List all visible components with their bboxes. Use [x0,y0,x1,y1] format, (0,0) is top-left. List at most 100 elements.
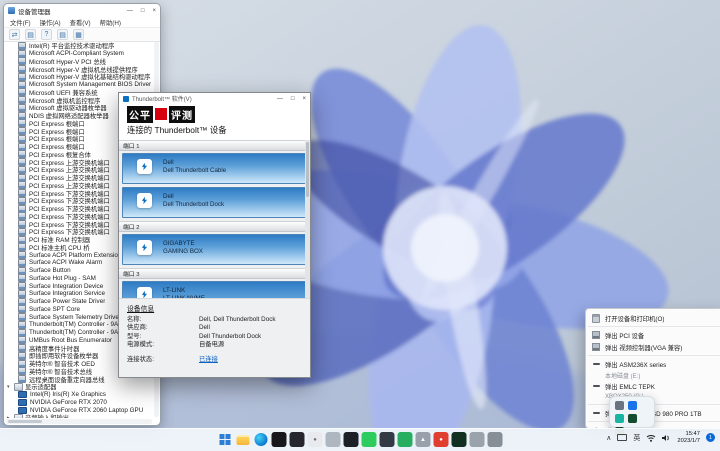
tree-item-label: Surface System Telemetry Driver [29,313,121,321]
device-details-panel: 设备信息 名称: Dell, Dell Thunderbolt Dock 供应商: D… [119,298,310,377]
media-app-icon[interactable] [343,432,359,447]
thunderbolt-close-button[interactable]: × [302,96,306,102]
logo-red-block [155,108,167,120]
wifi-icon[interactable] [646,434,656,442]
tree-item[interactable]: ▸ 音频输入和输出 [4,413,153,418]
clock[interactable]: 15:47 2023/1/7 [677,431,700,445]
tree-item[interactable]: NVIDIA GeForce RTX 2070 [4,398,153,407]
start-button[interactable] [218,432,233,447]
ime-indicator[interactable]: 英 [633,433,640,443]
green-chat-app-icon[interactable] [361,432,377,447]
device-manager-toolbar: ⇄ ▤? ▤ ▦ [4,27,160,42]
device-manager-close-button[interactable]: × [152,8,156,14]
thunderbolt-device-card[interactable]: LT-LINKLT-LINK NVME [122,281,307,298]
device-vendor: Dell [163,193,174,200]
hidden-tray-icon-2[interactable] [628,401,637,410]
horizontal-scrollbar[interactable] [6,419,152,424]
connection-status-link[interactable]: 已连接 [199,354,218,363]
clock-time: 15:47 [685,431,700,437]
tree-expander-icon[interactable]: ▾ [7,384,12,390]
help-icon[interactable]: ? [41,29,52,40]
device-icon [14,382,23,391]
tree-item-label: PCI 标准主机 CPU 桥 [29,244,90,252]
device-icon [18,220,26,229]
connection-status-label: 连接状态: [127,355,154,363]
camera-app-icon[interactable] [271,432,287,447]
tree-expander-icon[interactable]: ▸ [7,415,12,418]
tray-chevron-icon[interactable]: ∧ [606,434,611,442]
edge-browser-icon[interactable] [254,432,269,447]
thunderbolt-minimize-button[interactable]: — [277,96,283,102]
contacts-app-icon[interactable]: ● [307,432,323,447]
touch-keyboard-icon[interactable] [617,434,628,442]
recorder-app-icon[interactable] [289,432,305,447]
device-manager-maximize-button[interactable]: □ [141,8,145,14]
tree-item[interactable]: Intel(R) Iris(R) Xe Graphics [4,391,153,399]
export-icon[interactable]: ▤ [57,29,68,40]
logo-text-left: 公平 [127,105,153,123]
device-icon [18,189,26,198]
tree-item-label: Surface ACPI Wake Alarm [29,259,103,267]
thunderbolt-device-card[interactable]: Dell Dell Thunderbolt Dock [122,187,307,218]
ports-scrollbar[interactable] [305,140,310,298]
tree-item[interactable]: ▾ 显示适配器 [4,382,153,391]
device-icon [18,398,27,406]
red-player-app-icon[interactable]: ● [433,432,449,447]
menu-item[interactable]: 弹出 视频控制器(VGA 兼容) [586,341,720,353]
thunderbolt-titlebar[interactable]: Thunderbolt™ 软件(V) — □ × [119,93,310,104]
device-card-text: GIGABYTE GAMING BOX [163,240,203,256]
thunderbolt-device-card[interactable]: Dell Dell Thunderbolt Cable [122,153,307,184]
document-icon[interactable]: ▤ [25,29,36,40]
device-icon [18,391,27,399]
taskbar-app-icons: ● ▲ ● [218,432,503,447]
triangle-tool-icon[interactable]: ▲ [415,432,431,447]
green-tool-app-icon[interactable] [397,432,413,447]
mic-tool-icon[interactable] [325,432,341,447]
capture-app-icon[interactable] [451,432,467,447]
thunderbolt-app-icon [123,95,129,102]
device-icon [18,96,26,105]
thunderbolt-window: Thunderbolt™ 软件(V) — □ × 公平 评测 连接的 Thunder… [118,92,311,378]
hidden-tray-icon-4[interactable] [628,414,637,423]
back-forward-icon[interactable]: ⇄ [9,29,20,40]
menu-item[interactable]: 弹出 EMLC TEPK [586,380,720,392]
thunderbolt-maximize-button[interactable]: □ [291,96,295,102]
menu-separator [588,355,720,356]
menu-item-sub-label[interactable]: 本地磁盘 (E:) [586,370,720,380]
device-card-text: Dell Dell Thunderbolt Dock [163,193,224,209]
menu-item-0[interactable]: 文件(F) [10,18,31,27]
tree-item-label: 音频输入和输出 [25,413,69,418]
tree-item[interactable]: Microsoft Hyper-V 虚拟化基础结构驱动程序 [4,72,153,81]
ports-list: 端口 1 Dell Dell Thunderbolt Cable Dell Dell T… [119,140,310,298]
printer-icon [592,313,600,323]
menu-item-2[interactable]: 查看(V) [70,18,91,27]
device-manager-app-icon [8,7,15,14]
device-icon [18,282,26,291]
thunderbolt-device-card[interactable]: GIGABYTE GAMING BOX [122,234,307,265]
detail-row: 型号: Dell Thunderbolt Dock [127,333,302,341]
device-vendor: Dell [163,159,174,166]
menu-item[interactable]: 弹出 ASM236X series [586,358,720,370]
notification-badge[interactable]: 1 [706,433,715,443]
detail-label: 供应商: [127,324,148,332]
file-explorer-icon[interactable] [236,432,251,447]
hidden-tray-icon-3[interactable] [615,414,624,423]
small-tool-2-icon[interactable] [487,432,503,447]
devices-icon[interactable]: ▦ [73,29,84,40]
menu-item-1[interactable]: 操作(A) [40,18,61,27]
volume-icon[interactable] [662,434,671,442]
device-manager-minimize-button[interactable]: — [127,8,133,14]
hidden-tray-icon-1[interactable] [615,401,624,410]
system-tray: ∧ 英 15:47 2023/1/7 1 [606,431,715,445]
port-header: 端口 3 [119,268,310,279]
tree-item-label: Intel(R) 平台监控技术驱动程序 [29,43,115,51]
menu-item[interactable]: 打开设备和打印机(O) [586,312,720,324]
small-tool-1-icon[interactable] [469,432,485,447]
menu-item-3[interactable]: 帮助(H) [100,18,121,27]
menu-item-label: 打开设备和打印机(O) [605,315,665,323]
menu-item[interactable]: 弹出 PCI 设备 [586,329,720,341]
device-manager-titlebar[interactable]: 设备管理器 — □ × [4,4,160,17]
detail-label: 型号: [127,332,142,340]
tree-item[interactable]: Intel(R) 平台监控技术驱动程序 [4,42,153,50]
photos-app-icon[interactable] [379,432,395,447]
